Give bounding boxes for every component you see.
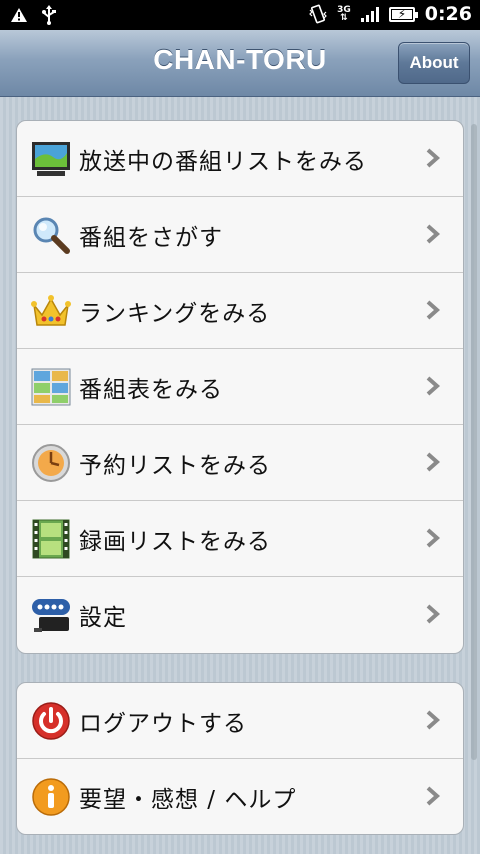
main-menu-group: 放送中の番組リストをみる 番組をさがす ランキングをみる 番組表をみる 予約リス… [16,120,464,654]
program-guide-icon [31,367,71,407]
warning-icon [10,7,28,23]
menu-item-label: 設定 [79,605,127,631]
network-icon: 3G ⇅ [337,5,351,23]
menu-item-label: ログアウトする [79,710,247,737]
signal-icon [360,6,379,22]
status-time: 0:26 [424,3,472,25]
tv-icon [31,139,71,179]
crown-icon [31,291,71,331]
chevron-right-icon [425,709,441,731]
chevron-right-icon [425,223,441,245]
power-icon [31,701,71,741]
menu-item-label: 番組表をみる [79,376,223,403]
chevron-right-icon [425,603,441,625]
info-icon [31,777,71,817]
menu-item-recording-list[interactable]: 録画リストをみる [17,501,463,577]
usb-icon [42,5,56,25]
chevron-right-icon [425,527,441,549]
chevron-right-icon [425,451,441,473]
menu-item-ranking[interactable]: ランキングをみる [17,273,463,349]
search-icon [31,215,71,255]
vibrate-icon [309,4,327,24]
menu-item-label: 放送中の番組リストをみる [79,148,367,175]
menu-item-program-guide[interactable]: 番組表をみる [17,349,463,425]
chevron-right-icon [425,785,441,807]
chevron-right-icon [425,299,441,321]
battery-charging-icon: ⚡ [388,6,418,22]
chevron-right-icon [425,147,441,169]
secondary-menu-group: ログアウトする 要望・感想 / ヘルプ [16,682,464,835]
menu-item-reservation-list[interactable]: 予約リストをみる [17,425,463,501]
chevron-right-icon [425,375,441,397]
menu-item-search-program[interactable]: 番組をさがす [17,197,463,273]
status-bar: 3G ⇅ ⚡ 0:26 [0,0,480,30]
about-button[interactable]: About [398,42,470,84]
settings-device-icon [31,595,71,635]
menu-item-label: 番組をさがす [79,224,223,251]
menu-item-label: 要望・感想 / ヘルプ [79,787,297,813]
menu-item-settings[interactable]: 設定 [17,577,463,653]
scrollbar[interactable] [471,124,477,760]
clock-icon [31,443,71,483]
title-bar: CHAN-TORU About [0,30,480,97]
network-type-label: 3G [337,5,351,15]
film-icon [31,519,71,559]
menu-item-logout[interactable]: ログアウトする [17,683,463,759]
menu-item-feedback-help[interactable]: 要望・感想 / ヘルプ [17,759,463,834]
menu-item-now-broadcasting[interactable]: 放送中の番組リストをみる [17,121,463,197]
menu-item-label: ランキングをみる [79,300,271,327]
menu-item-label: 録画リストをみる [79,528,271,555]
menu-item-label: 予約リストをみる [79,452,271,479]
